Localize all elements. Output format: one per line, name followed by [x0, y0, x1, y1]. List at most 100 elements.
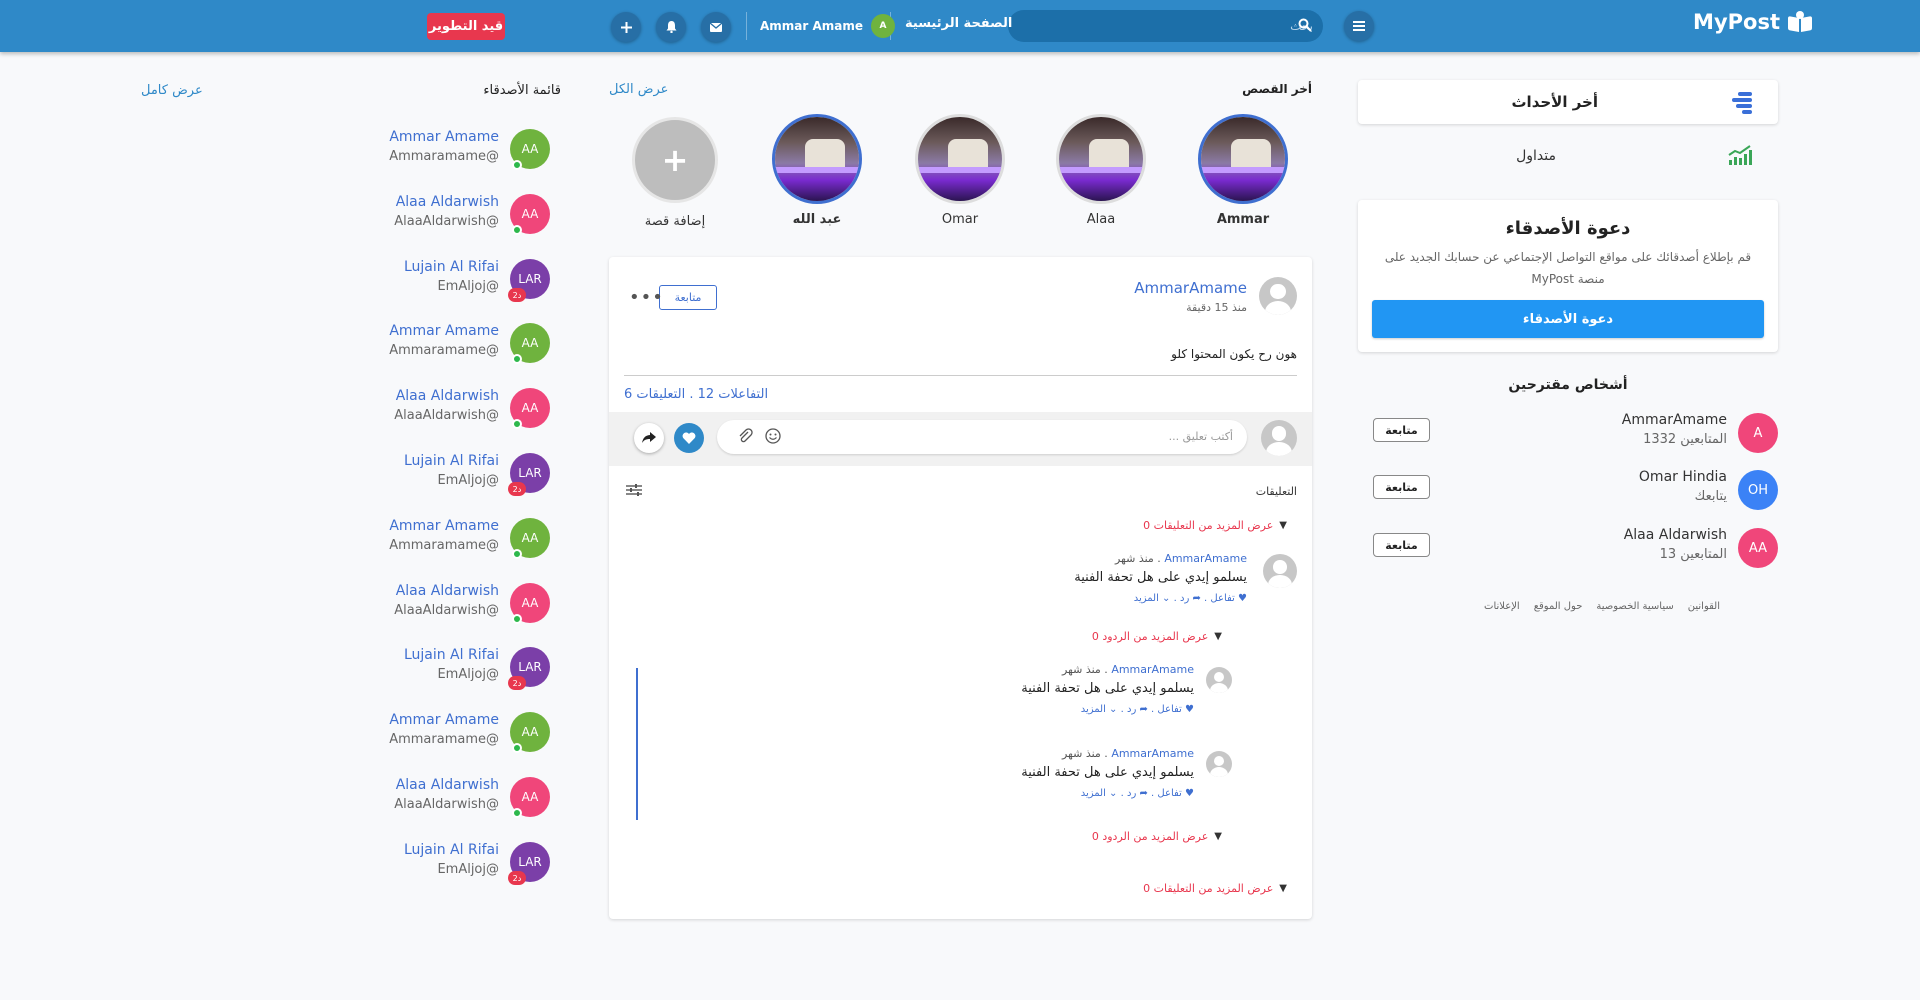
search-input[interactable] [1048, 10, 1313, 42]
comment-placeholder: أكتب تعليق ... [1168, 430, 1233, 443]
story-item[interactable]: عبد الله [772, 114, 862, 234]
show-more-comments[interactable]: ▼ عرض المزيد من التعليقات 0 [1143, 519, 1287, 532]
show-more-replies[interactable]: ▼ عرض المزيد من الردود 0 [1092, 630, 1222, 643]
story-item[interactable]: Alaa [1056, 114, 1146, 234]
more-options-icon[interactable]: ••• [629, 287, 664, 308]
story-item[interactable]: Ammar [1198, 114, 1288, 234]
messages-button[interactable] [701, 12, 731, 42]
friend-list-item[interactable]: AA Alaa Aldarwish AlaaAldarwish@ [380, 190, 550, 240]
reply-meta: AmmarAmame . منذ شهر [1062, 747, 1194, 760]
trending-link[interactable]: متداول [1358, 140, 1778, 172]
friend-list-item[interactable]: AA Ammar Amame Ammaramame@ [380, 514, 550, 564]
view-all-stories-link[interactable]: عرض الكل [609, 82, 668, 97]
suggested-person: AA Alaa Aldarwish المتابعين 13 متابعة [1358, 525, 1778, 571]
friend-name[interactable]: Lujain Al Rifai [404, 453, 499, 469]
reply-link[interactable]: رد [1127, 788, 1136, 799]
post-author[interactable]: AmmarAmame [1134, 279, 1247, 297]
friend-name[interactable]: Ammar Amame [389, 712, 499, 728]
friend-name[interactable]: Lujain Al Rifai [404, 259, 499, 275]
friend-name[interactable]: Ammar Amame [389, 323, 499, 339]
friend-list-item[interactable]: LAR 2د Lujain Al Rifai EmAljoj@ [380, 838, 550, 888]
avatar[interactable]: AA [1738, 528, 1778, 568]
brand-logo[interactable]: MyPost [1693, 10, 1812, 34]
suggested-name[interactable]: Alaa Aldarwish [1624, 527, 1727, 543]
friend-name[interactable]: Alaa Aldarwish [396, 583, 499, 599]
more-link[interactable]: المزيد [1081, 788, 1106, 799]
show-more-replies[interactable]: ▼ عرض المزيد من الردود 0 [1092, 830, 1222, 843]
show-more-comments-label: عرض المزيد من التعليقات 0 [1143, 882, 1274, 895]
emoji-icon[interactable] [765, 428, 781, 444]
share-button[interactable] [634, 423, 664, 453]
comments-label: التعليقات [1255, 485, 1297, 498]
comment-actions: ♥ تفاعل . ➦ رد . ⌄ المزيد [1133, 593, 1247, 604]
follow-button[interactable]: متابعة [1373, 418, 1430, 442]
footer-link-rules[interactable]: القوانين [1688, 601, 1720, 612]
friend-name[interactable]: Alaa Aldarwish [396, 777, 499, 793]
friend-name[interactable]: Lujain Al Rifai [404, 647, 499, 663]
invite-friends-button[interactable]: دعوة الأصدقاء [1372, 300, 1764, 338]
reply-link[interactable]: رد [1127, 704, 1136, 715]
show-more-comments[interactable]: ▼ عرض المزيد من التعليقات 0 [1143, 882, 1287, 895]
footer-link-privacy[interactable]: سياسية الخصوصية [1596, 601, 1673, 612]
nav-user[interactable]: Ammar Amame A [760, 14, 896, 38]
story-thumbnail [772, 114, 862, 204]
share-icon [642, 432, 656, 443]
suggested-name[interactable]: AmmarAmame [1622, 412, 1727, 428]
reply-link[interactable]: رد [1180, 593, 1189, 604]
friend-name[interactable]: Ammar Amame [389, 518, 499, 534]
suggested-name[interactable]: Omar Hindia [1639, 469, 1727, 485]
friend-list-item[interactable]: LAR 2د Lujain Al Rifai EmAljoj@ [380, 643, 550, 693]
attachment-icon[interactable] [737, 428, 753, 444]
story-item[interactable]: Omar [915, 114, 1005, 234]
friend-list-item[interactable]: LAR 2د Lujain Al Rifai EmAljoj@ [380, 449, 550, 499]
friend-name[interactable]: Lujain Al Rifai [404, 842, 499, 858]
chevron-down-icon: ⌄ [1109, 704, 1118, 715]
comment-author[interactable]: AmmarAmame [1164, 552, 1247, 565]
reply-author[interactable]: AmmarAmame [1111, 747, 1194, 760]
create-button[interactable] [611, 12, 641, 42]
react-link[interactable]: تفاعل [1157, 704, 1181, 715]
story-name: Alaa [1086, 212, 1116, 227]
more-link[interactable]: المزيد [1081, 704, 1106, 715]
follow-button[interactable]: متابعة [659, 285, 717, 310]
react-link[interactable]: تفاعل [1210, 593, 1234, 604]
footer-link-about[interactable]: حول الموقع [1534, 601, 1583, 612]
react-link[interactable]: تفاعل [1157, 788, 1181, 799]
view-full-friends-link[interactable]: عرض كامل [141, 83, 203, 98]
friend-list-item[interactable]: LAR 2د Lujain Al Rifai EmAljoj@ [380, 255, 550, 305]
footer-link-ads[interactable]: الإعلانات [1484, 601, 1520, 612]
avatar[interactable] [1206, 667, 1232, 693]
friend-list-item[interactable]: AA Ammar Amame Ammaramame@ [380, 708, 550, 758]
add-story-button[interactable]: + [632, 117, 718, 203]
friend-list-item[interactable]: AA Ammar Amame Ammaramame@ [380, 125, 550, 175]
avatar[interactable]: OH [1738, 470, 1778, 510]
avatar[interactable] [1206, 751, 1232, 777]
search-icon[interactable] [1298, 18, 1312, 32]
friend-list-item[interactable]: AA Ammar Amame Ammaramame@ [380, 319, 550, 369]
friend-name[interactable]: Ammar Amame [389, 129, 499, 145]
reply-author[interactable]: AmmarAmame [1111, 663, 1194, 676]
menu-button[interactable] [1344, 11, 1374, 41]
filter-icon[interactable] [626, 483, 642, 497]
follow-button[interactable]: متابعة [1373, 475, 1430, 499]
avatar[interactable] [1259, 277, 1297, 315]
friend-name[interactable]: Alaa Aldarwish [396, 194, 499, 210]
heart-icon [682, 432, 696, 444]
notifications-button[interactable] [656, 12, 686, 42]
comment-input[interactable]: أكتب تعليق ... [717, 420, 1247, 454]
friend-name[interactable]: Alaa Aldarwish [396, 388, 499, 404]
like-button[interactable] [674, 423, 704, 453]
nav-home-link[interactable]: الصفحة الرئيسية [905, 16, 1012, 31]
friend-list-item[interactable]: AA Alaa Aldarwish AlaaAldarwish@ [380, 579, 550, 629]
friend-list-item[interactable]: AA Alaa Aldarwish AlaaAldarwish@ [380, 773, 550, 823]
avatar[interactable] [1263, 554, 1297, 588]
story-name: Ammar [1216, 212, 1270, 227]
friend-handle: Ammaramame@ [389, 538, 499, 553]
show-more-comments-label: عرض المزيد من التعليقات 0 [1143, 519, 1274, 532]
latest-events-card[interactable]: أخر الأحداث [1358, 80, 1778, 124]
avatar[interactable]: A [1738, 413, 1778, 453]
post-stats[interactable]: التفاعلات 12 . التعليقات 6 [624, 387, 768, 402]
friend-list-item[interactable]: AA Alaa Aldarwish AlaaAldarwish@ [380, 384, 550, 434]
follow-button[interactable]: متابعة [1373, 533, 1430, 557]
more-link[interactable]: المزيد [1134, 593, 1159, 604]
